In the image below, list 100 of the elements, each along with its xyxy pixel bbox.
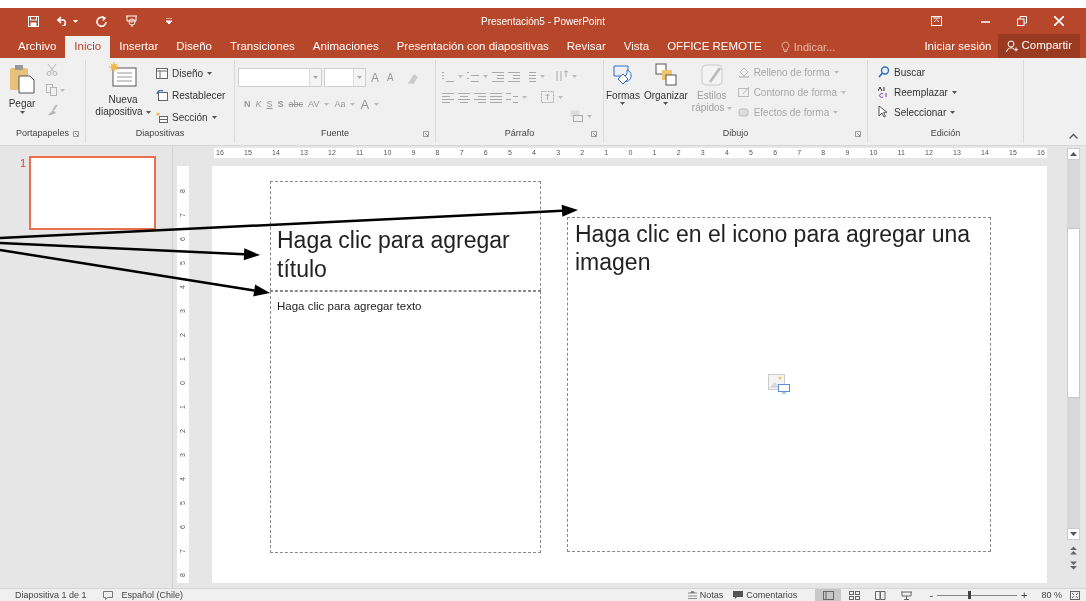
layout-button[interactable]: Diseño: [156, 65, 226, 81]
find-button[interactable]: Buscar: [878, 64, 957, 80]
caret-icon: [841, 90, 846, 94]
body-placeholder[interactable]: Haga clic para agregar texto: [270, 291, 541, 553]
ribbon-tab[interactable]: Presentación con diapositivas: [387, 36, 558, 58]
caret-icon: [558, 95, 563, 99]
redo-icon[interactable]: [96, 15, 107, 27]
arrange-button[interactable]: Organizar: [641, 62, 690, 105]
bullets-icon[interactable]: [442, 70, 454, 82]
columns-icon[interactable]: [506, 91, 518, 103]
close-icon[interactable]: [1054, 16, 1064, 26]
caret-icon: [483, 74, 488, 78]
presenter-view-icon: [900, 590, 912, 600]
next-slide-icon[interactable]: [1068, 561, 1078, 570]
slider-thumb[interactable]: [968, 591, 972, 599]
align-right-icon[interactable]: [474, 91, 486, 103]
text-direction-icon[interactable]: [555, 70, 568, 82]
copy-icon[interactable]: [46, 84, 57, 96]
brush-icon: [699, 62, 724, 88]
group-label: Párrafo: [504, 127, 535, 141]
reading-view-icon: [874, 590, 886, 600]
zoom-slider[interactable]: [937, 591, 1018, 599]
notes-button[interactable]: Notas: [687, 590, 724, 600]
sign-in-link[interactable]: Iniciar sesión: [918, 36, 998, 58]
scroll-up-icon[interactable]: [1066, 148, 1080, 160]
ribbon-tab[interactable]: Insertar: [110, 36, 168, 58]
picture-placeholder[interactable]: Haga clic en el icono para agregar una imagen: [567, 217, 991, 552]
section-button[interactable]: Sección: [156, 109, 226, 125]
undo-icon[interactable]: [57, 16, 69, 26]
group-label: Portapapeles: [15, 127, 69, 141]
comment-icon: [733, 591, 744, 599]
zoom-percentage[interactable]: 80 %: [1041, 590, 1062, 600]
comments-button[interactable]: Comentarios: [733, 590, 798, 600]
dialog-launcher-icon[interactable]: [855, 131, 861, 137]
ribbon-tab[interactable]: Transiciones: [221, 36, 304, 58]
decrease-indent-icon[interactable]: [492, 70, 504, 82]
caret-icon: [833, 70, 839, 74]
group-label: Edición: [930, 127, 961, 141]
align-text-icon[interactable]: [541, 91, 554, 103]
caret-icon: [357, 76, 362, 79]
presentation-icon[interactable]: [125, 15, 138, 27]
restore-icon[interactable]: [1017, 16, 1027, 26]
new-slide-button[interactable]: Nueva diapositiva: [90, 62, 156, 118]
cut-icon[interactable]: [46, 64, 58, 76]
font-size-field[interactable]: [324, 68, 366, 87]
normal-view-icon: [822, 590, 834, 600]
ribbon-tab[interactable]: Vista: [614, 36, 659, 58]
align-left-icon[interactable]: [442, 91, 454, 103]
shapes-button[interactable]: Formas: [604, 62, 642, 105]
collapse-ribbon-icon[interactable]: [1069, 133, 1078, 139]
caret-icon: [145, 110, 151, 114]
customize-icon[interactable]: [166, 18, 172, 24]
section-icon: [156, 111, 168, 123]
caret-icon: [663, 102, 669, 105]
caret-icon: [313, 76, 318, 79]
previous-slide-icon[interactable]: [1068, 546, 1078, 555]
scroll-thumb[interactable]: [1066, 228, 1080, 398]
layout-icon: [156, 67, 168, 79]
image-icon[interactable]: [768, 372, 792, 394]
slide[interactable]: Haga clic para agregar título Haga clic para agregar texto Haga clic en el icono para agregar una imagen: [212, 166, 1047, 583]
increase-indent-icon[interactable]: [508, 70, 520, 82]
fit-slide-icon[interactable]: [1070, 590, 1080, 600]
caret-icon: [572, 74, 577, 78]
numbering-icon[interactable]: [467, 70, 479, 82]
dialog-launcher-icon[interactable]: [423, 131, 429, 137]
select-button[interactable]: Seleccionar: [878, 104, 957, 120]
reset-button[interactable]: Restablecer: [156, 87, 226, 103]
clear-format-icon[interactable]: [406, 71, 419, 84]
ribbon-tab[interactable]: Inicio: [65, 36, 111, 58]
ribbon-tab[interactable]: Diseño: [167, 36, 222, 58]
format-painter-icon[interactable]: [46, 104, 58, 116]
ribbon-tab[interactable]: Archivo: [9, 36, 66, 58]
save-icon[interactable]: [28, 15, 39, 27]
language-label[interactable]: Español (Chile): [121, 590, 184, 600]
zoom-out-button[interactable]: -: [929, 590, 934, 600]
reset-icon: [156, 89, 168, 101]
sorter-view-icon: [848, 590, 860, 600]
search-icon: [878, 66, 890, 78]
paste-button[interactable]: Pegar: [2, 62, 42, 114]
scroll-down-icon[interactable]: [1066, 528, 1080, 540]
notes-icon: [687, 591, 697, 599]
align-center-icon[interactable]: [458, 91, 470, 103]
slide-count[interactable]: Diapositiva 1 de 1: [15, 590, 87, 600]
view-button[interactable]: [815, 589, 842, 601]
font-name-field[interactable]: [238, 68, 322, 87]
ribbon-tab[interactable]: Animaciones: [303, 36, 388, 58]
zoom-in-button[interactable]: +: [1021, 590, 1028, 600]
ribbon-tab[interactable]: OFFICE REMOTE: [658, 36, 771, 58]
tell-me-field[interactable]: Indicar...: [793, 38, 854, 56]
share-button[interactable]: Compartir: [997, 34, 1080, 58]
dialog-launcher-icon[interactable]: [73, 131, 79, 137]
dialog-launcher-icon[interactable]: [591, 131, 597, 137]
ribbon-tab[interactable]: Revisar: [557, 36, 615, 58]
smartart-icon[interactable]: [570, 110, 583, 122]
title-placeholder[interactable]: Haga clic para agregar título: [270, 181, 541, 291]
ribbon-display-icon[interactable]: [931, 16, 942, 26]
caret-icon: [726, 106, 732, 110]
justify-icon[interactable]: [490, 91, 502, 103]
slide-thumbnail[interactable]: [29, 156, 157, 230]
replace-button[interactable]: Reemplazar: [878, 84, 957, 100]
